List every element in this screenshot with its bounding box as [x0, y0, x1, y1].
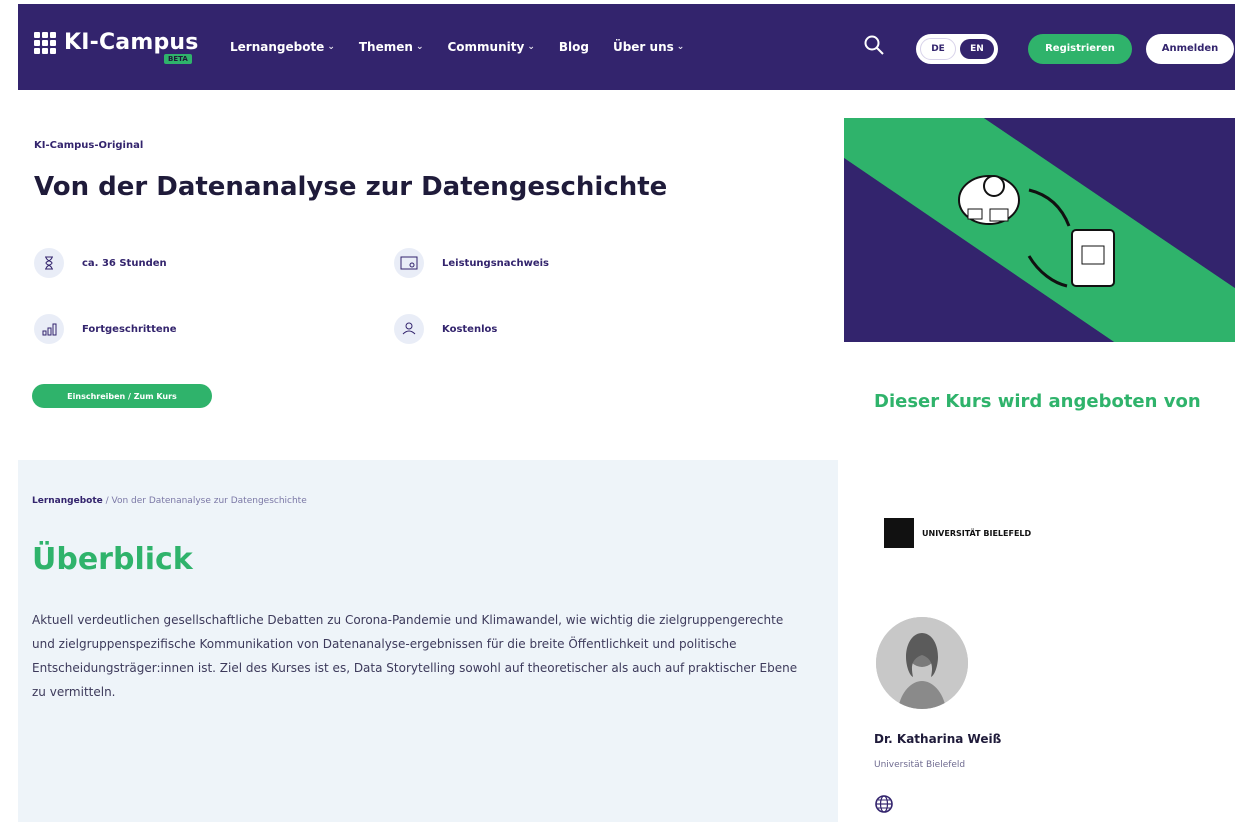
- duration-label: ca. 36 Stunden: [82, 257, 167, 269]
- university-name: UNIVERSITÄT BIELEFELD: [922, 528, 1032, 538]
- menu-item-lernangebote[interactable]: Lernangebote ⌄: [230, 40, 335, 54]
- university-mark-icon: [884, 518, 914, 548]
- author-name: Dr. Katharina Weiß: [874, 732, 1002, 746]
- login-button[interactable]: Anmelden: [1146, 34, 1234, 64]
- level-bars-icon: [34, 314, 64, 344]
- menu-item-themen[interactable]: Themen ⌄: [359, 40, 424, 54]
- breadcrumb-root-link[interactable]: Lernangebote: [32, 496, 103, 506]
- duration-info: ca. 36 Stunden: [34, 248, 167, 278]
- offered-by-heading: Dieser Kurs wird angeboten von: [874, 391, 1201, 412]
- provider-panel: Dieser Kurs wird angeboten von UNIVERSIT…: [844, 342, 1235, 822]
- globe-icon[interactable]: [874, 794, 894, 814]
- chevron-down-icon: ⌄: [676, 42, 685, 52]
- certificate-label: Leistungsnachweis: [442, 257, 549, 269]
- level-info: Fortgeschrittene: [34, 314, 177, 344]
- brand-logo[interactable]: KI-Campus: [34, 30, 199, 55]
- language-switcher: DE EN: [916, 34, 998, 64]
- language-en[interactable]: EN: [960, 39, 994, 59]
- chevron-down-icon: ⌄: [327, 42, 335, 52]
- enroll-button[interactable]: Einschreiben / Zum Kurs: [32, 384, 212, 408]
- main-menu: Lernangebote ⌄ Themen ⌄ Community ⌄ Blog Üb…: [230, 40, 684, 54]
- breadcrumb: Lernangebote / Von der Datenanalyse zur …: [32, 496, 307, 506]
- course-description: Aktuell verdeutlichen gesellschaftliche …: [32, 613, 798, 699]
- top-navigation-wrapper: KI-Campus BETA Lernangebote ⌄ Themen ⌄ Com…: [0, 0, 1235, 90]
- chevron-down-icon: ⌄: [527, 42, 535, 52]
- author-affiliation: Universität Bielefeld: [874, 760, 966, 770]
- course-banner-image: [844, 118, 1235, 342]
- certificate-icon: [394, 248, 424, 278]
- author-avatar: [876, 617, 968, 709]
- price-info: Kostenlos: [394, 314, 497, 344]
- course-header-card: KI-Campus-Original Von der Datenanalyse …: [18, 118, 838, 460]
- language-de[interactable]: DE: [920, 38, 956, 60]
- hourglass-icon: [34, 248, 64, 278]
- search-icon[interactable]: [863, 34, 885, 56]
- menu-item-community[interactable]: Community ⌄: [447, 40, 534, 54]
- breadcrumb-current: Von der Datenanalyse zur Datengeschichte: [111, 496, 307, 506]
- course-overview-section: Lernangebote / Von der Datenanalyse zur …: [18, 460, 838, 822]
- beta-badge: BETA: [164, 54, 192, 64]
- certificate-info: Leistungsnachweis: [394, 248, 549, 278]
- page-title: Von der Datenanalyse zur Datengeschichte: [34, 172, 668, 202]
- grid-logo-icon: [34, 31, 56, 54]
- free-hand-icon: [394, 314, 424, 344]
- menu-item-blog[interactable]: Blog: [559, 40, 589, 54]
- menu-item-ueber-uns[interactable]: Über uns ⌄: [613, 40, 684, 54]
- top-navigation-bar: KI-Campus BETA Lernangebote ⌄ Themen ⌄ Com…: [18, 4, 1235, 90]
- register-button[interactable]: Registrieren: [1028, 34, 1132, 64]
- price-label: Kostenlos: [442, 323, 498, 335]
- level-label: Fortgeschrittene: [82, 323, 177, 335]
- chevron-down-icon: ⌄: [415, 42, 424, 52]
- banner-illustration: [844, 118, 1235, 342]
- course-badge: KI-Campus-Original: [34, 140, 144, 151]
- university-logo[interactable]: UNIVERSITÄT BIELEFELD: [884, 518, 1031, 548]
- overview-heading: Überblick: [32, 542, 193, 577]
- brand-name: KI-Campus: [64, 30, 199, 55]
